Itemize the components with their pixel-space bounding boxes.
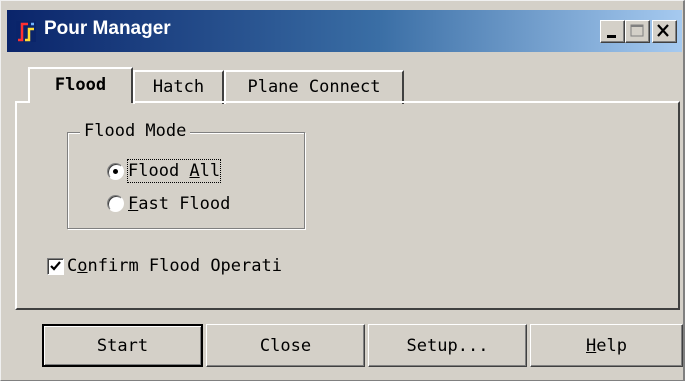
tab-flood[interactable]: Flood xyxy=(28,67,133,103)
radio-selected-dot xyxy=(113,169,118,174)
pour-manager-window: Pour Manager Flood Hatch Plane Connect F… xyxy=(0,0,685,381)
flood-all-radio[interactable] xyxy=(107,163,124,180)
app-icon xyxy=(16,21,36,42)
tab-plane-connect[interactable]: Plane Connect xyxy=(224,70,404,104)
close-icon xyxy=(657,24,669,37)
fast-flood-label[interactable]: Fast Flood xyxy=(128,193,230,215)
close-window-button[interactable] xyxy=(652,20,677,43)
help-button[interactable]: Help xyxy=(530,324,683,367)
title-bar[interactable]: Pour Manager xyxy=(7,10,682,52)
window-title: Pour Manager xyxy=(44,18,171,39)
setup-button[interactable]: Setup... xyxy=(368,324,527,367)
flood-all-label[interactable]: Flood All xyxy=(126,159,222,183)
checkmark-icon xyxy=(50,261,61,271)
maximize-icon xyxy=(630,24,644,37)
fast-flood-radio[interactable] xyxy=(107,195,124,212)
confirm-flood-checkbox[interactable] xyxy=(47,258,64,275)
tab-hatch[interactable]: Hatch xyxy=(133,70,224,104)
minimize-icon xyxy=(607,35,616,38)
confirm-flood-label[interactable]: Confirm Flood Operati xyxy=(67,255,282,277)
minimize-button[interactable] xyxy=(600,20,625,43)
close-button[interactable]: Close xyxy=(206,324,365,367)
start-button[interactable]: Start xyxy=(42,324,203,367)
maximize-button[interactable] xyxy=(625,20,650,43)
flood-mode-title: Flood Mode xyxy=(80,119,191,143)
